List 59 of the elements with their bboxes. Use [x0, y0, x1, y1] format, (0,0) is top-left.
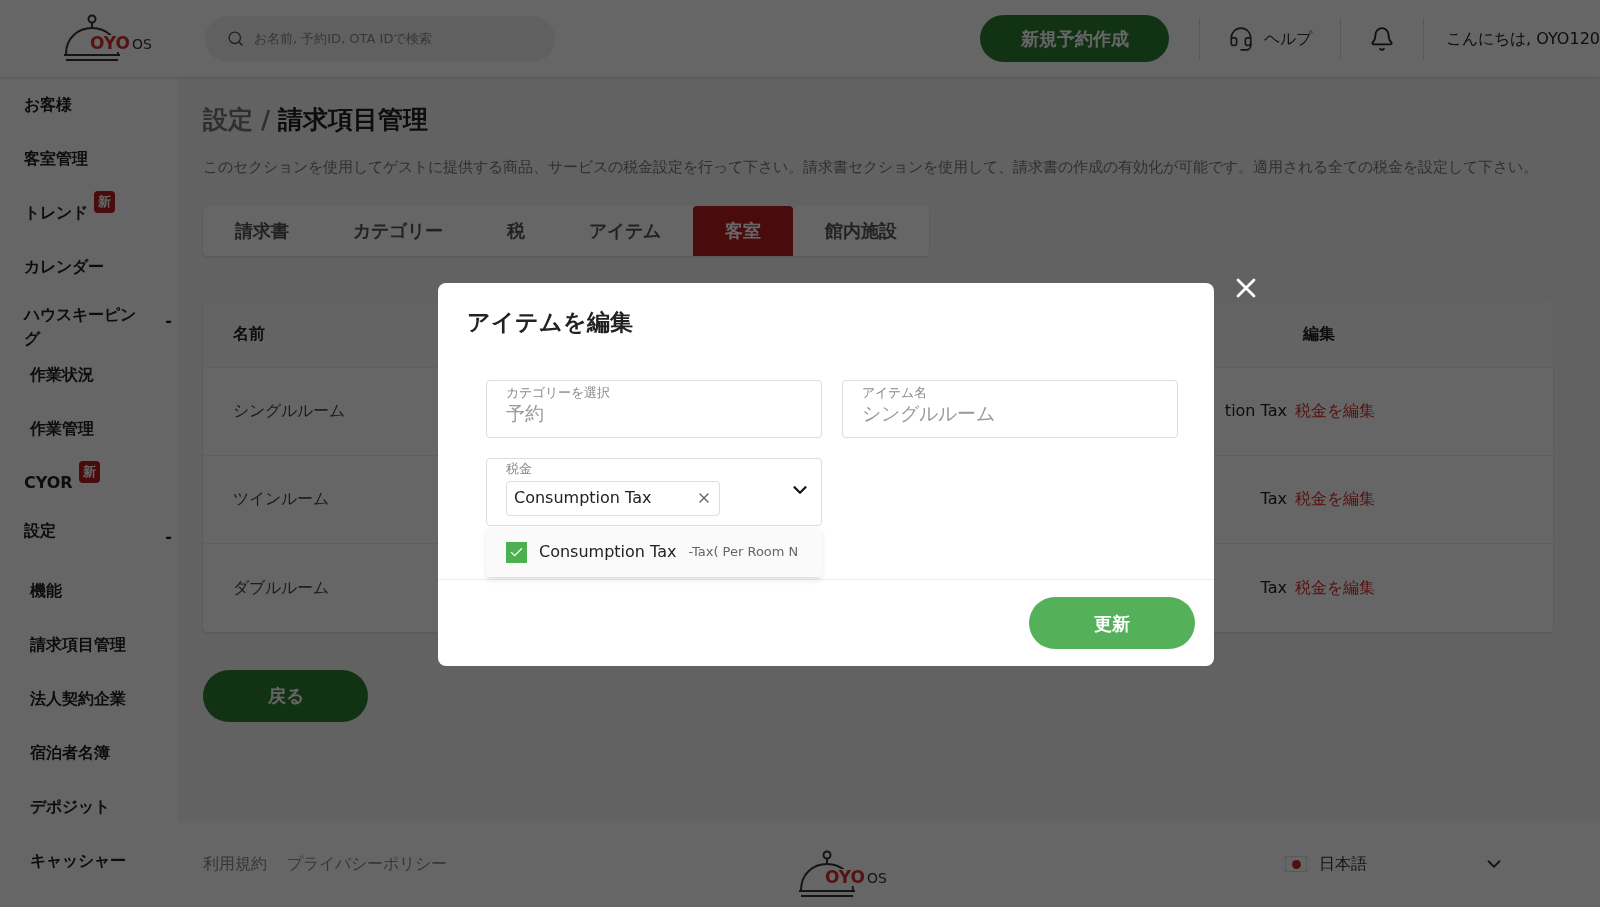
- sidebar-item[interactable]: カレンダー: [24, 255, 104, 279]
- sidebar-item[interactable]: 客室管理: [24, 147, 88, 171]
- sidebar-item[interactable]: 法人契約企業: [30, 687, 126, 711]
- tab[interactable]: 館内施設: [793, 205, 929, 256]
- sidebar-item[interactable]: お客様: [24, 93, 72, 117]
- help-button[interactable]: ヘルプ: [1228, 25, 1313, 52]
- text-field[interactable]: アイテム名 シングルルーム: [842, 379, 1178, 438]
- text-field[interactable]: カテゴリーを選択 予約: [486, 379, 822, 438]
- edit-tax-link[interactable]: 税金を編集: [1295, 399, 1375, 423]
- sidebar-item[interactable]: 作業状況: [30, 363, 94, 387]
- logo-suffix: OS: [132, 36, 152, 51]
- column-header: 編集: [1303, 323, 1335, 345]
- notification-bell-icon[interactable]: [1369, 25, 1396, 52]
- sidebar-item[interactable]: ハウスキーピング: [24, 303, 144, 351]
- sidebar-item[interactable]: キャッシャー: [30, 849, 126, 873]
- edit-tax-link[interactable]: 税金を編集: [1295, 487, 1375, 511]
- sidebar-item[interactable]: 宿泊者名簿: [30, 741, 110, 765]
- sidebar-item[interactable]: 設定: [24, 519, 144, 543]
- logo-brand: OYO: [825, 869, 865, 886]
- flag-icon: [1285, 856, 1307, 872]
- tax-option[interactable]: Consumption Tax -Tax( Per Room N: [486, 527, 822, 577]
- sidebar-item[interactable]: デポジット: [30, 795, 110, 819]
- new-badge: 新: [94, 191, 115, 213]
- table-cell-text: Tax: [1259, 488, 1287, 510]
- tab[interactable]: カテゴリー: [321, 205, 475, 256]
- table-cell-text: Tax: [1259, 576, 1287, 599]
- logo-brand: OYO: [90, 34, 130, 52]
- column-header: 名前: [233, 323, 265, 345]
- sidebar-item[interactable]: トレンド: [24, 201, 88, 225]
- tab[interactable]: 請求書: [203, 205, 321, 256]
- table-cell-text: ダブルルーム: [233, 576, 329, 599]
- headset-icon: [1228, 25, 1255, 52]
- page-title: 請求項目管理: [278, 104, 429, 136]
- table-cell-text: シングルルーム: [233, 400, 345, 422]
- sidebar-item[interactable]: CYOR: [24, 471, 73, 495]
- tax-select[interactable]: 税金 Consumption Tax: [486, 457, 822, 526]
- collapse-toggle[interactable]: -: [165, 525, 172, 549]
- new-booking-button[interactable]: 新規予約作成: [980, 15, 1170, 62]
- tab[interactable]: 税: [475, 205, 557, 256]
- search-icon: [227, 30, 244, 47]
- new-badge: 新: [78, 461, 100, 483]
- tab[interactable]: 客室: [693, 205, 793, 256]
- table-cell-text: ツインルーム: [233, 488, 329, 510]
- edit-tax-link[interactable]: 税金を編集: [1295, 575, 1375, 600]
- collapse-toggle[interactable]: -: [165, 309, 172, 333]
- sidebar-item[interactable]: 機能: [30, 579, 62, 603]
- tax-chip: Consumption Tax: [506, 480, 720, 516]
- dialog-title: アイテムを編集: [467, 308, 634, 337]
- greeting: こんにちは, OYO120: [1446, 27, 1600, 50]
- language-selector[interactable]: 日本語: [1285, 852, 1505, 876]
- breadcrumb-separator: /: [261, 104, 271, 136]
- logo-suffix: OS: [867, 871, 887, 885]
- checkbox[interactable]: [506, 541, 527, 563]
- table-cell-text: tion Tax: [1223, 400, 1287, 422]
- back-button[interactable]: 戻る: [203, 669, 368, 722]
- update-button[interactable]: 更新: [1029, 597, 1195, 649]
- sidebar-item[interactable]: 作業管理: [30, 417, 94, 441]
- tab[interactable]: アイテム: [557, 205, 693, 256]
- sidebar-item[interactable]: 請求項目管理: [30, 633, 126, 657]
